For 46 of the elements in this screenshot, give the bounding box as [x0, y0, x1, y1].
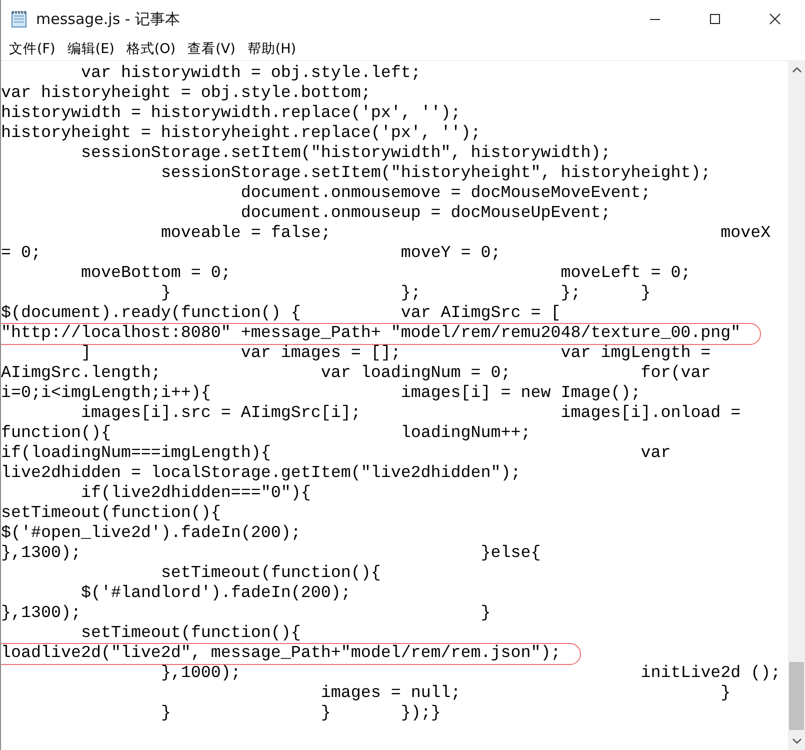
code-line: } } });} — [160, 704, 441, 723]
code-line: ] var images = []; var imgLength = — [80, 344, 711, 363]
menu-item[interactable]: 帮助(H) — [241, 40, 302, 58]
code-line: setTimeout(function(){ — [1, 504, 221, 523]
code-line: loadlive2d("live2d", message_Path+"model/rem/rem.json"); — [1, 644, 561, 663]
window-title: message.js - 记事本 — [36, 10, 180, 28]
menu-item[interactable]: 查看(V) — [182, 40, 242, 58]
maximize-icon — [709, 13, 721, 25]
scroll-down-icon[interactable] — [792, 738, 802, 744]
code-line: AIimgSrc.length; var loadingNum = 0; for(var — [1, 364, 711, 383]
code-line: },1300); }else{ — [1, 544, 541, 563]
scroll-thumb[interactable] — [789, 662, 804, 730]
code-line: historywidth = historywidth.replace('px', ''); — [1, 104, 461, 123]
notepad-icon — [11, 10, 27, 28]
code-line: "http://localhost:8080" +message_Path+ "model/rem/remu2048/texture_00.png" — [1, 324, 741, 343]
code-line: $('#landlord').fadeIn(200); — [80, 584, 351, 603]
code-line: var historywidth = obj.style.left; — [80, 64, 421, 83]
scroll-up-icon[interactable] — [792, 67, 802, 73]
menu-item[interactable]: 文件(F) — [3, 40, 62, 58]
code-line: images = null; } — [320, 684, 731, 703]
code-line: live2dhidden = localStorage.getItem("live2dhidden"); — [1, 464, 521, 483]
code-line: setTimeout(function(){ — [160, 564, 381, 583]
menu-item[interactable]: 编辑(E) — [61, 40, 120, 58]
code-line: function(){ loadingNum++; — [1, 424, 531, 443]
code-line: sessionStorage.setItem("historywidth", historywidth); — [80, 144, 611, 163]
code-line: setTimeout(function(){ — [80, 624, 301, 643]
code-line: moveBottom = 0; moveLeft = 0; — [80, 264, 691, 283]
code-line: historyheight = historyheight.replace('px', ''); — [1, 124, 481, 143]
code-line: if(loadingNum===imgLength){ var — [1, 444, 671, 463]
code-line: i=0;i<imgLength;i++){ images[i] = new Image(); — [1, 384, 641, 403]
code-line: },1000); initLive2d (); — [160, 664, 781, 683]
code-line: sessionStorage.setItem("historyheight", historyheight); — [160, 164, 711, 183]
code-line: if(live2dhidden==="0"){ — [80, 484, 311, 503]
code-line: images[i].src = AIimgSrc[i]; images[i].onload = — [80, 404, 741, 423]
code-line: },1300); } — [1, 604, 491, 623]
code-line: } }; }; } — [160, 284, 651, 303]
code-line: = 0; moveY = 0; — [1, 244, 501, 263]
code-line: var historyheight = obj.style.bottom; — [1, 84, 371, 103]
code-line: $('#open_live2d').fadeIn(200); — [1, 524, 301, 543]
code-line: moveable = false; moveX — [160, 224, 771, 243]
scrollbar[interactable] — [788, 61, 805, 750]
menu-item[interactable]: 格式(O) — [120, 40, 182, 58]
close-icon — [769, 13, 781, 25]
code-line: $(document).ready(function() { var AIimgSrc = [ — [1, 304, 561, 323]
code-line: document.onmousemove = docMouseMoveEvent; — [240, 184, 651, 203]
code-line: document.onmouseup = docMouseUpEvent; — [240, 204, 611, 223]
